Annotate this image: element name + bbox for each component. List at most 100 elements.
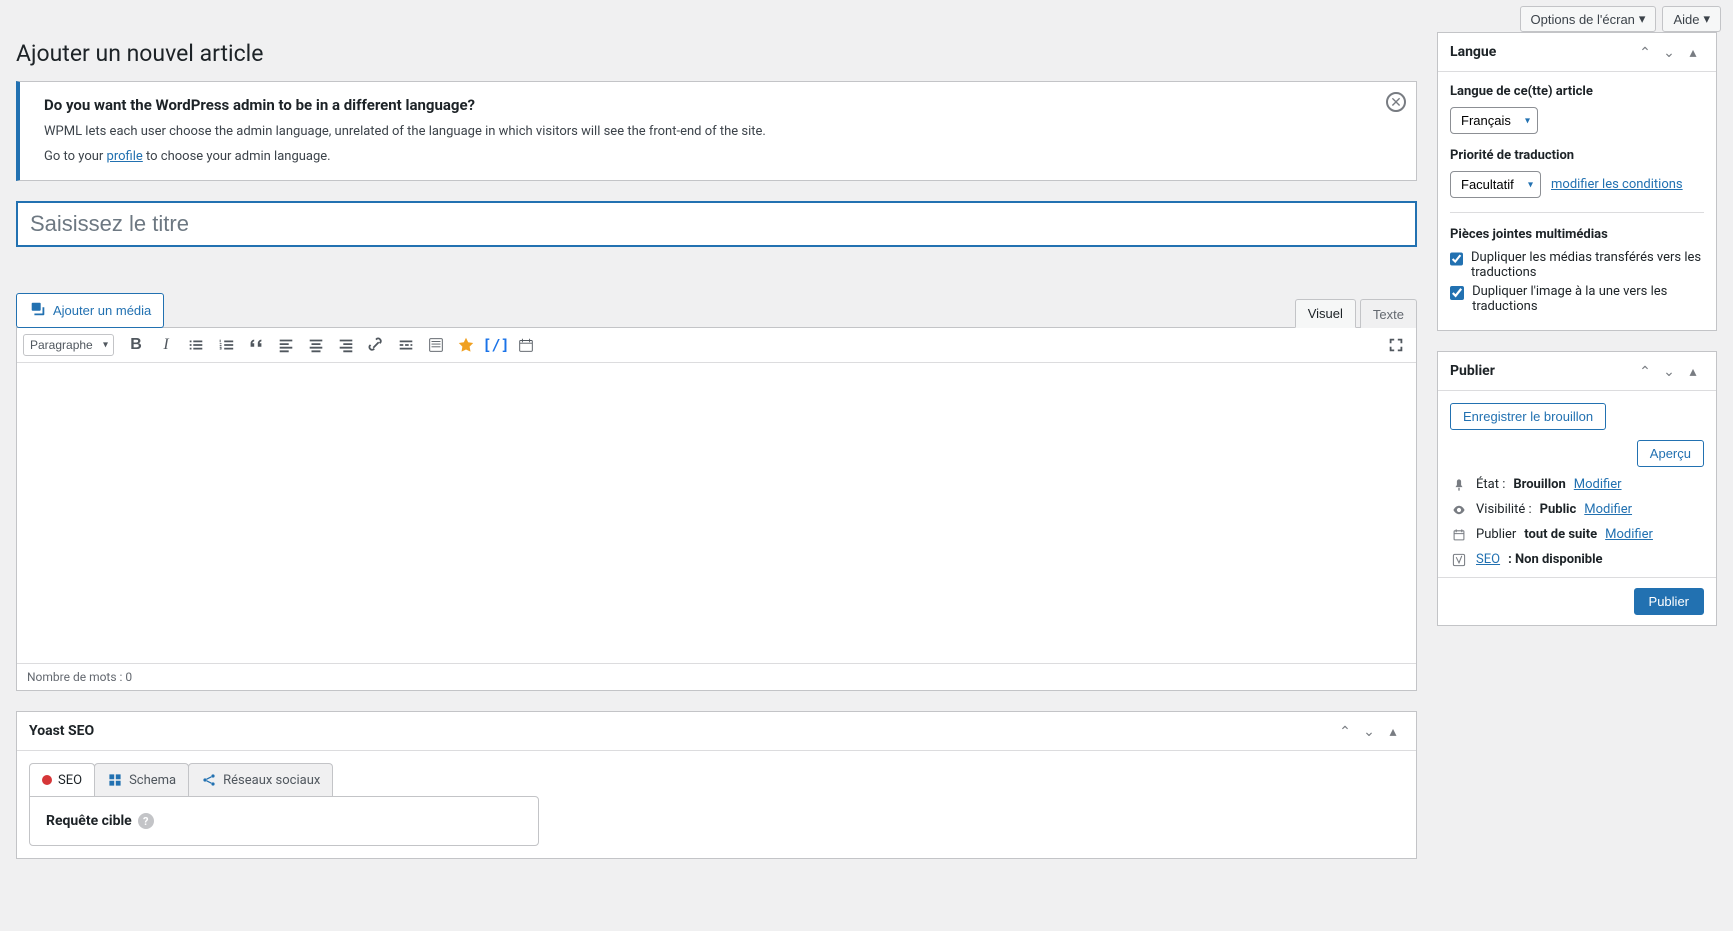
yoast-seo-box: Yoast SEO ⌃ ⌄ ▴ SEO Schema	[16, 711, 1417, 859]
triangle-up-icon: ▴	[1689, 44, 1696, 61]
box-move-down-button[interactable]: ⌄	[1658, 41, 1680, 63]
eye-icon	[1450, 503, 1468, 517]
notice-heading: Do you want the WordPress admin to be in…	[44, 96, 1392, 114]
more-button[interactable]	[392, 331, 420, 359]
preview-button[interactable]: Aperçu	[1637, 440, 1704, 467]
chevron-up-icon: ⌃	[1339, 723, 1351, 740]
language-select[interactable]: Français	[1450, 107, 1538, 134]
priority-select[interactable]: Facultatif	[1450, 171, 1541, 198]
help-button[interactable]: Aide ▾	[1662, 6, 1721, 32]
format-select[interactable]: Paragraphe	[23, 334, 114, 356]
box-toggle-button[interactable]: ▴	[1682, 360, 1704, 382]
add-media-label: Ajouter un média	[53, 303, 151, 318]
schedule-value: tout de suite	[1524, 527, 1597, 542]
duplicate-featured-checkbox[interactable]	[1450, 285, 1464, 301]
triangle-up-icon: ▴	[1689, 363, 1696, 380]
priority-label: Priorité de traduction	[1450, 148, 1704, 163]
visibility-label: Visibilité :	[1476, 502, 1532, 517]
notice-line1: WPML lets each user choose the admin lan…	[44, 124, 1392, 139]
align-right-button[interactable]	[332, 331, 360, 359]
duplicate-media-label: Dupliquer les médias transférés vers les…	[1471, 250, 1704, 280]
star-button[interactable]	[452, 331, 480, 359]
seo-value: : Non disponible	[1508, 552, 1603, 567]
box-move-down-button[interactable]: ⌄	[1658, 360, 1680, 382]
align-center-button[interactable]	[302, 331, 330, 359]
focus-keyword-label: Requête cible ?	[46, 813, 522, 829]
yoast-box-title: Yoast SEO	[29, 723, 94, 739]
fullscreen-button[interactable]	[1382, 331, 1410, 359]
chevron-down-icon: ⌄	[1663, 44, 1675, 61]
box-move-up-button[interactable]: ⌃	[1334, 720, 1356, 742]
edit-schedule-link[interactable]: Modifier	[1605, 527, 1653, 542]
shortcode-button[interactable]: [/]	[482, 331, 510, 359]
seo-status-dot-icon	[42, 775, 52, 785]
link-button[interactable]	[362, 331, 390, 359]
page-title: Ajouter un nouvel article	[16, 40, 1417, 67]
chevron-down-icon: ⌄	[1663, 363, 1675, 380]
attachments-heading: Pièces jointes multimédias	[1450, 227, 1704, 242]
editor-toolbar: Paragraphe B I	[17, 328, 1416, 363]
calendar-icon	[1450, 528, 1468, 542]
box-toggle-button[interactable]: ▴	[1382, 720, 1404, 742]
dismiss-notice-button[interactable]: ✕	[1386, 92, 1406, 112]
chevron-up-icon: ⌃	[1639, 363, 1651, 380]
ordered-list-button[interactable]	[212, 331, 240, 359]
media-icon	[29, 300, 47, 321]
seo-link[interactable]: SEO	[1476, 552, 1500, 567]
help-icon[interactable]: ?	[138, 813, 154, 829]
dropdown-icon: ▾	[1639, 11, 1646, 27]
state-value: Brouillon	[1513, 477, 1565, 492]
screen-options-button[interactable]: Options de l'écran ▾	[1520, 6, 1657, 32]
edit-state-link[interactable]: Modifier	[1574, 477, 1622, 492]
grid-icon	[107, 772, 123, 788]
pin-icon	[1450, 478, 1468, 492]
edit-visibility-link[interactable]: Modifier	[1584, 502, 1632, 517]
profile-link[interactable]: profile	[107, 149, 143, 164]
schedule-label: Publier	[1476, 527, 1516, 542]
language-label: Langue de ce(tte) article	[1450, 84, 1704, 99]
yoast-tab-social[interactable]: Réseaux sociaux	[188, 763, 333, 796]
language-box-title: Langue	[1450, 44, 1496, 60]
toolbar-toggle-button[interactable]	[422, 331, 450, 359]
duplicate-media-checkbox[interactable]	[1450, 251, 1463, 267]
modify-conditions-link[interactable]: modifier les conditions	[1551, 177, 1683, 192]
triangle-up-icon: ▴	[1389, 723, 1396, 740]
editor-tab-text[interactable]: Texte	[1360, 299, 1417, 328]
chevron-up-icon: ⌃	[1639, 44, 1651, 61]
notice-line2: Go to your profile to choose your admin …	[44, 149, 1392, 164]
screen-options-label: Options de l'écran	[1531, 12, 1635, 27]
help-label: Aide	[1673, 12, 1699, 27]
post-title-input[interactable]	[16, 201, 1417, 247]
box-move-down-button[interactable]: ⌄	[1358, 720, 1380, 742]
editor-container: Paragraphe B I	[16, 327, 1417, 691]
close-icon: ✕	[1390, 94, 1402, 111]
bullet-list-button[interactable]	[182, 331, 210, 359]
box-move-up-button[interactable]: ⌃	[1634, 41, 1656, 63]
bold-button[interactable]: B	[122, 331, 150, 359]
editor-content[interactable]	[17, 363, 1416, 663]
calendar-button[interactable]	[512, 331, 540, 359]
state-label: État :	[1476, 477, 1505, 492]
share-icon	[201, 772, 217, 788]
word-count: Nombre de mots : 0	[17, 663, 1416, 690]
publish-button[interactable]: Publier	[1634, 588, 1704, 615]
save-draft-button[interactable]: Enregistrer le brouillon	[1450, 403, 1606, 430]
yoast-tab-seo[interactable]: SEO	[29, 763, 95, 796]
editor-tab-visual[interactable]: Visuel	[1295, 299, 1356, 328]
wpml-notice: ✕ Do you want the WordPress admin to be …	[16, 81, 1417, 181]
italic-button[interactable]: I	[152, 331, 180, 359]
yoast-icon	[1450, 553, 1468, 567]
align-left-button[interactable]	[272, 331, 300, 359]
yoast-tab-schema[interactable]: Schema	[94, 763, 189, 796]
add-media-button[interactable]: Ajouter un média	[16, 293, 164, 328]
visibility-value: Public	[1540, 502, 1577, 517]
language-box: Langue ⌃ ⌄ ▴ Langue de ce(tte) article F…	[1437, 32, 1717, 331]
blockquote-button[interactable]	[242, 331, 270, 359]
box-move-up-button[interactable]: ⌃	[1634, 360, 1656, 382]
duplicate-featured-label: Dupliquer l'image à la une vers les trad…	[1472, 284, 1704, 314]
dropdown-icon: ▾	[1703, 11, 1710, 27]
publish-box-title: Publier	[1450, 363, 1495, 379]
box-toggle-button[interactable]: ▴	[1682, 41, 1704, 63]
chevron-down-icon: ⌄	[1363, 723, 1375, 740]
publish-box: Publier ⌃ ⌄ ▴ Enregistrer le brouillon A…	[1437, 351, 1717, 626]
